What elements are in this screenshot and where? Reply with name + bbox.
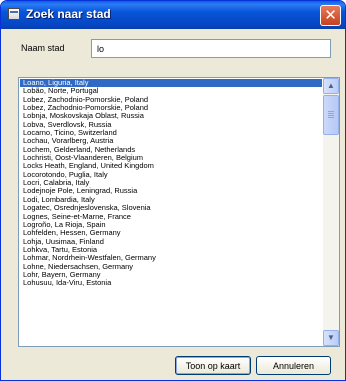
list-item[interactable]: Lobva, Sverdlovsk, Russia: [20, 121, 322, 129]
list-item[interactable]: Lohja, Uusimaa, Finland: [20, 238, 322, 246]
list-item[interactable]: Lochristi, Oost-Vlaanderen, Belgium: [20, 154, 322, 162]
list-item[interactable]: Lobnja, Moskovskaja Oblast, Russia: [20, 112, 322, 120]
city-search-input[interactable]: [91, 39, 331, 58]
list-item[interactable]: Lobão, Norte, Portugal: [20, 87, 322, 95]
list-item[interactable]: Lohkva, Tartu, Estonia: [20, 246, 322, 254]
list-item[interactable]: Lohusuu, Ida-Viru, Estonia: [20, 279, 322, 287]
list-item[interactable]: Lodejnoje Pole, Leningrad, Russia: [20, 187, 322, 195]
results-items: Loano, Liguria, Italy Lobão, Norte, Portu…: [20, 79, 322, 288]
list-item[interactable]: Lodi, Lombardia, Italy: [20, 196, 322, 204]
scroll-thumb[interactable]: [323, 95, 339, 135]
list-item[interactable]: Locorotondo, Puglia, Italy: [20, 171, 322, 179]
show-on-map-button[interactable]: Toon op kaart: [175, 356, 251, 375]
list-item[interactable]: Lohmar, Nordrhein-Westfalen, Germany: [20, 254, 322, 262]
list-item[interactable]: Lohne, Niedersachsen, Germany: [20, 263, 322, 271]
scroll-up-button[interactable]: ▲: [323, 78, 339, 94]
list-item[interactable]: Locri, Calabria, Italy: [20, 179, 322, 187]
window-title: Zoek naar stad: [26, 7, 111, 21]
list-item[interactable]: Lobez, Zachodnio-Pomorskie, Poland: [20, 96, 322, 104]
window-icon: [8, 8, 20, 20]
list-item[interactable]: Lohfelden, Hessen, Germany: [20, 229, 322, 237]
list-item[interactable]: Lochau, Vorarlberg, Austria: [20, 137, 322, 145]
list-item[interactable]: Loano, Liguria, Italy: [20, 79, 322, 88]
close-button[interactable]: ✕: [320, 5, 341, 26]
list-item[interactable]: Lochem, Gelderland, Netherlands: [20, 146, 322, 154]
city-results-list[interactable]: Loano, Liguria, Italy Lobão, Norte, Portu…: [18, 77, 340, 347]
city-search-dialog: Zoek naar stad ✕ Naam stad Loano, Liguri…: [0, 0, 346, 381]
list-item[interactable]: Logroño, La Rioja, Spain: [20, 221, 322, 229]
list-item[interactable]: Lognes, Seine-et-Marne, France: [20, 213, 322, 221]
list-item[interactable]: Lohr, Bayern, Germany: [20, 271, 322, 279]
list-item[interactable]: Locks Heath, England, United Kingdom: [20, 162, 322, 170]
list-item[interactable]: Logatec, Osrednjeslovenska, Slovenia: [20, 204, 322, 212]
title-bar[interactable]: Zoek naar stad ✕: [1, 1, 345, 29]
list-item[interactable]: Lobez, Zachodnio-Pomorskie, Poland: [20, 104, 322, 112]
scroll-down-button[interactable]: ▼: [323, 330, 339, 346]
cancel-button[interactable]: Annuleren: [256, 356, 331, 375]
city-name-label: Naam stad: [21, 43, 65, 53]
vertical-scrollbar[interactable]: ▲ ▼: [323, 78, 339, 346]
list-item[interactable]: Locarno, Ticino, Switzerland: [20, 129, 322, 137]
